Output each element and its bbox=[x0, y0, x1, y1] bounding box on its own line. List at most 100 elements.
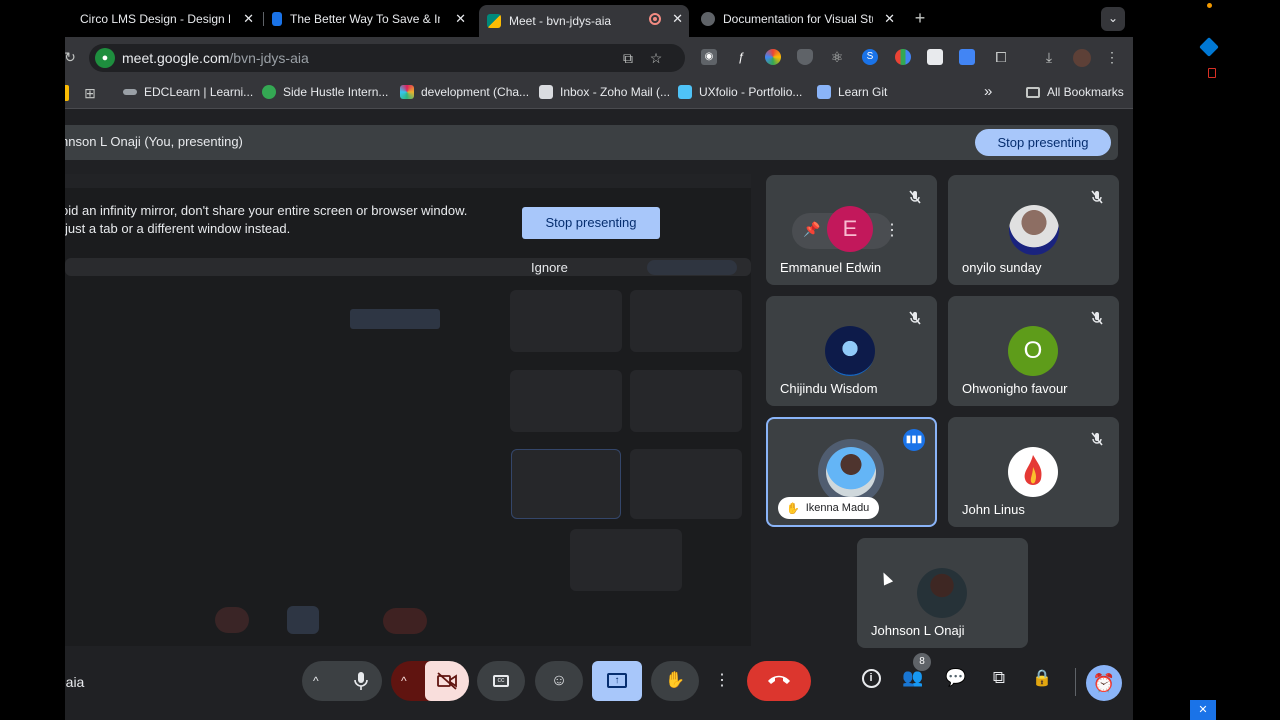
mail-icon bbox=[539, 85, 553, 99]
emoji-reactions-button[interactable]: ☺ bbox=[535, 661, 583, 701]
mouse-cursor-icon bbox=[878, 570, 894, 586]
bookmark-star-icon[interactable]: ☆ bbox=[647, 49, 665, 67]
folder-icon bbox=[1026, 86, 1040, 98]
microphone-icon[interactable] bbox=[352, 671, 370, 691]
captions-button[interactable]: cc bbox=[477, 661, 525, 701]
mirror-present-button bbox=[287, 606, 319, 634]
host-controls-button[interactable]: 🔒 bbox=[1028, 668, 1056, 696]
hand-icon: ✋ bbox=[665, 672, 685, 689]
multicolor-extension-icon[interactable] bbox=[895, 49, 911, 65]
camera-extension-icon[interactable]: ◉ bbox=[701, 49, 717, 65]
meeting-code: -aia bbox=[65, 674, 85, 690]
participant-name: Ikenna Madu bbox=[805, 502, 870, 514]
warning-stop-presenting-button[interactable]: Stop presenting bbox=[522, 207, 660, 239]
open-in-new-icon[interactable]: ⧉ bbox=[619, 49, 637, 67]
react-extension-icon[interactable]: ⚛ bbox=[829, 49, 845, 65]
pdf-icon[interactable] bbox=[1208, 68, 1216, 78]
puzzle-extensions-icon[interactable]: ⧠ bbox=[992, 48, 1010, 66]
notification-dot bbox=[1207, 3, 1212, 8]
shared-screen-mirror: oid an infinity mirror, don't share your… bbox=[65, 174, 751, 646]
tab-favicon bbox=[272, 12, 282, 26]
mirror-tile bbox=[570, 529, 682, 591]
avatar bbox=[826, 447, 876, 497]
more-options-icon[interactable]: ⋮ bbox=[884, 220, 900, 240]
participant-tile[interactable]: O Ohwonigho favour bbox=[948, 296, 1119, 406]
warning-line-2: just a tab or a different window instead… bbox=[65, 221, 291, 236]
s-extension-icon[interactable]: S bbox=[862, 49, 878, 65]
timer-button[interactable]: ⏰ bbox=[1086, 665, 1122, 701]
camera-off-button[interactable] bbox=[425, 661, 469, 701]
participant-tile-speaking[interactable]: ▮▮▮ ✋ Ikenna Madu bbox=[766, 417, 937, 527]
microphone-in-use-icon[interactable]: ● bbox=[95, 48, 115, 68]
leave-call-button[interactable] bbox=[747, 661, 811, 701]
browser-menu-icon[interactable]: ⋮ bbox=[1103, 48, 1121, 66]
globe-icon bbox=[701, 12, 715, 26]
mirror-stop-pill bbox=[647, 260, 737, 275]
end-call-icon bbox=[768, 675, 790, 684]
vscode-icon[interactable] bbox=[1199, 37, 1219, 57]
tab-documentation[interactable]: Documentation for Visual Stu ✕ bbox=[701, 5, 901, 33]
color-extension-icon[interactable] bbox=[765, 49, 781, 65]
ignore-button[interactable]: Ignore bbox=[531, 260, 568, 275]
stop-presenting-button[interactable]: Stop presenting bbox=[975, 129, 1111, 156]
bookmark-zoho-mail[interactable]: Inbox - Zoho Mail (... bbox=[539, 85, 670, 99]
download-icon[interactable]: ⤓ bbox=[1040, 48, 1058, 66]
raised-hand-icon: ✋ bbox=[786, 502, 800, 515]
mic-off-icon bbox=[1091, 311, 1103, 325]
present-now-button[interactable]: ↑ bbox=[592, 661, 642, 701]
all-bookmarks-button[interactable]: All Bookmarks bbox=[1026, 85, 1124, 99]
bookmark-development[interactable]: development (Cha... bbox=[400, 85, 529, 99]
raise-hand-button[interactable]: ✋ bbox=[651, 661, 699, 701]
shield-extension-icon[interactable] bbox=[797, 49, 813, 65]
fx-extension-icon[interactable]: ƒ bbox=[733, 49, 749, 65]
participant-name: onyilo sunday bbox=[962, 260, 1042, 275]
doc-extension-icon[interactable] bbox=[927, 49, 943, 65]
mirror-tabstrip bbox=[65, 174, 751, 188]
mirror-stop-button bbox=[350, 309, 440, 329]
reload-icon[interactable]: ↻ bbox=[65, 48, 79, 66]
close-tab-icon[interactable]: ✕ bbox=[455, 11, 466, 27]
learn-git-icon bbox=[817, 85, 831, 99]
participant-tile[interactable]: onyilo sunday bbox=[948, 175, 1119, 285]
participant-tile-self[interactable]: Johnson L Onaji bbox=[857, 538, 1028, 648]
participant-tile[interactable]: Chijindu Wisdom bbox=[766, 296, 937, 406]
new-tab-button[interactable]: + bbox=[911, 9, 929, 27]
tab-better-way[interactable]: The Better Way To Save & Inv ✕ bbox=[272, 5, 472, 33]
bookmark-learn-git[interactable]: Learn Git bbox=[817, 85, 887, 99]
profile-avatar[interactable] bbox=[1073, 49, 1091, 67]
mic-off-icon bbox=[909, 311, 921, 325]
pin-icon[interactable]: 📌 bbox=[803, 221, 820, 238]
bookmark-side-hustle[interactable]: Side Hustle Intern... bbox=[262, 85, 388, 99]
chevron-up-icon[interactable]: ^ bbox=[313, 674, 319, 688]
tab-circo-lms[interactable]: Circo LMS Design - Design Pa ✕ bbox=[80, 5, 260, 33]
bookmarks-overflow-button[interactable]: » bbox=[984, 83, 992, 100]
participant-name: Johnson L Onaji bbox=[871, 623, 965, 638]
activities-button[interactable]: ⧉ bbox=[985, 668, 1013, 696]
tab-search-button[interactable]: ⌄ bbox=[1101, 7, 1125, 31]
files-extension-icon[interactable] bbox=[959, 49, 975, 65]
participant-tile[interactable]: John Linus bbox=[948, 417, 1119, 527]
close-tab-icon[interactable]: ✕ bbox=[243, 11, 254, 27]
url-host: meet.google.com bbox=[122, 50, 230, 66]
people-button[interactable]: 👥 bbox=[899, 668, 927, 696]
close-tab-icon[interactable]: ✕ bbox=[884, 11, 895, 27]
more-options-button[interactable]: ⋮ bbox=[710, 661, 734, 701]
recording-icon bbox=[649, 13, 661, 25]
corner-close-icon[interactable]: ✕ bbox=[1190, 700, 1216, 720]
tab-meet[interactable]: Meet - bvn-jdys-aia ✕ bbox=[479, 5, 689, 37]
presenting-text: hnson L Onaji (You, presenting) bbox=[65, 134, 243, 149]
bookmark-uxfolio[interactable]: UXfolio - Portfolio... bbox=[678, 85, 802, 99]
bookmark-edclearn[interactable]: EDCLearn | Learni... bbox=[123, 85, 253, 99]
participant-count-badge: 8 bbox=[913, 653, 931, 671]
apps-grid-icon[interactable]: ⊞ bbox=[81, 84, 99, 102]
address-bar[interactable]: ● meet.google.com/bvn-jdys-aia ⧉ ☆ bbox=[89, 44, 685, 72]
mirror-tile bbox=[510, 290, 622, 352]
browser-window: Circo LMS Design - Design Pa ✕ The Bette… bbox=[65, 0, 1133, 720]
avatar bbox=[1008, 447, 1058, 497]
chat-button[interactable]: 💬 bbox=[942, 668, 970, 696]
meeting-details-button[interactable]: i bbox=[857, 668, 885, 696]
close-tab-icon[interactable]: ✕ bbox=[672, 11, 683, 27]
chevron-up-icon[interactable]: ^ bbox=[401, 674, 407, 688]
mic-off-icon bbox=[1091, 190, 1103, 204]
participant-tile[interactable]: 📌 E ⋮ Emmanuel Edwin bbox=[766, 175, 937, 285]
